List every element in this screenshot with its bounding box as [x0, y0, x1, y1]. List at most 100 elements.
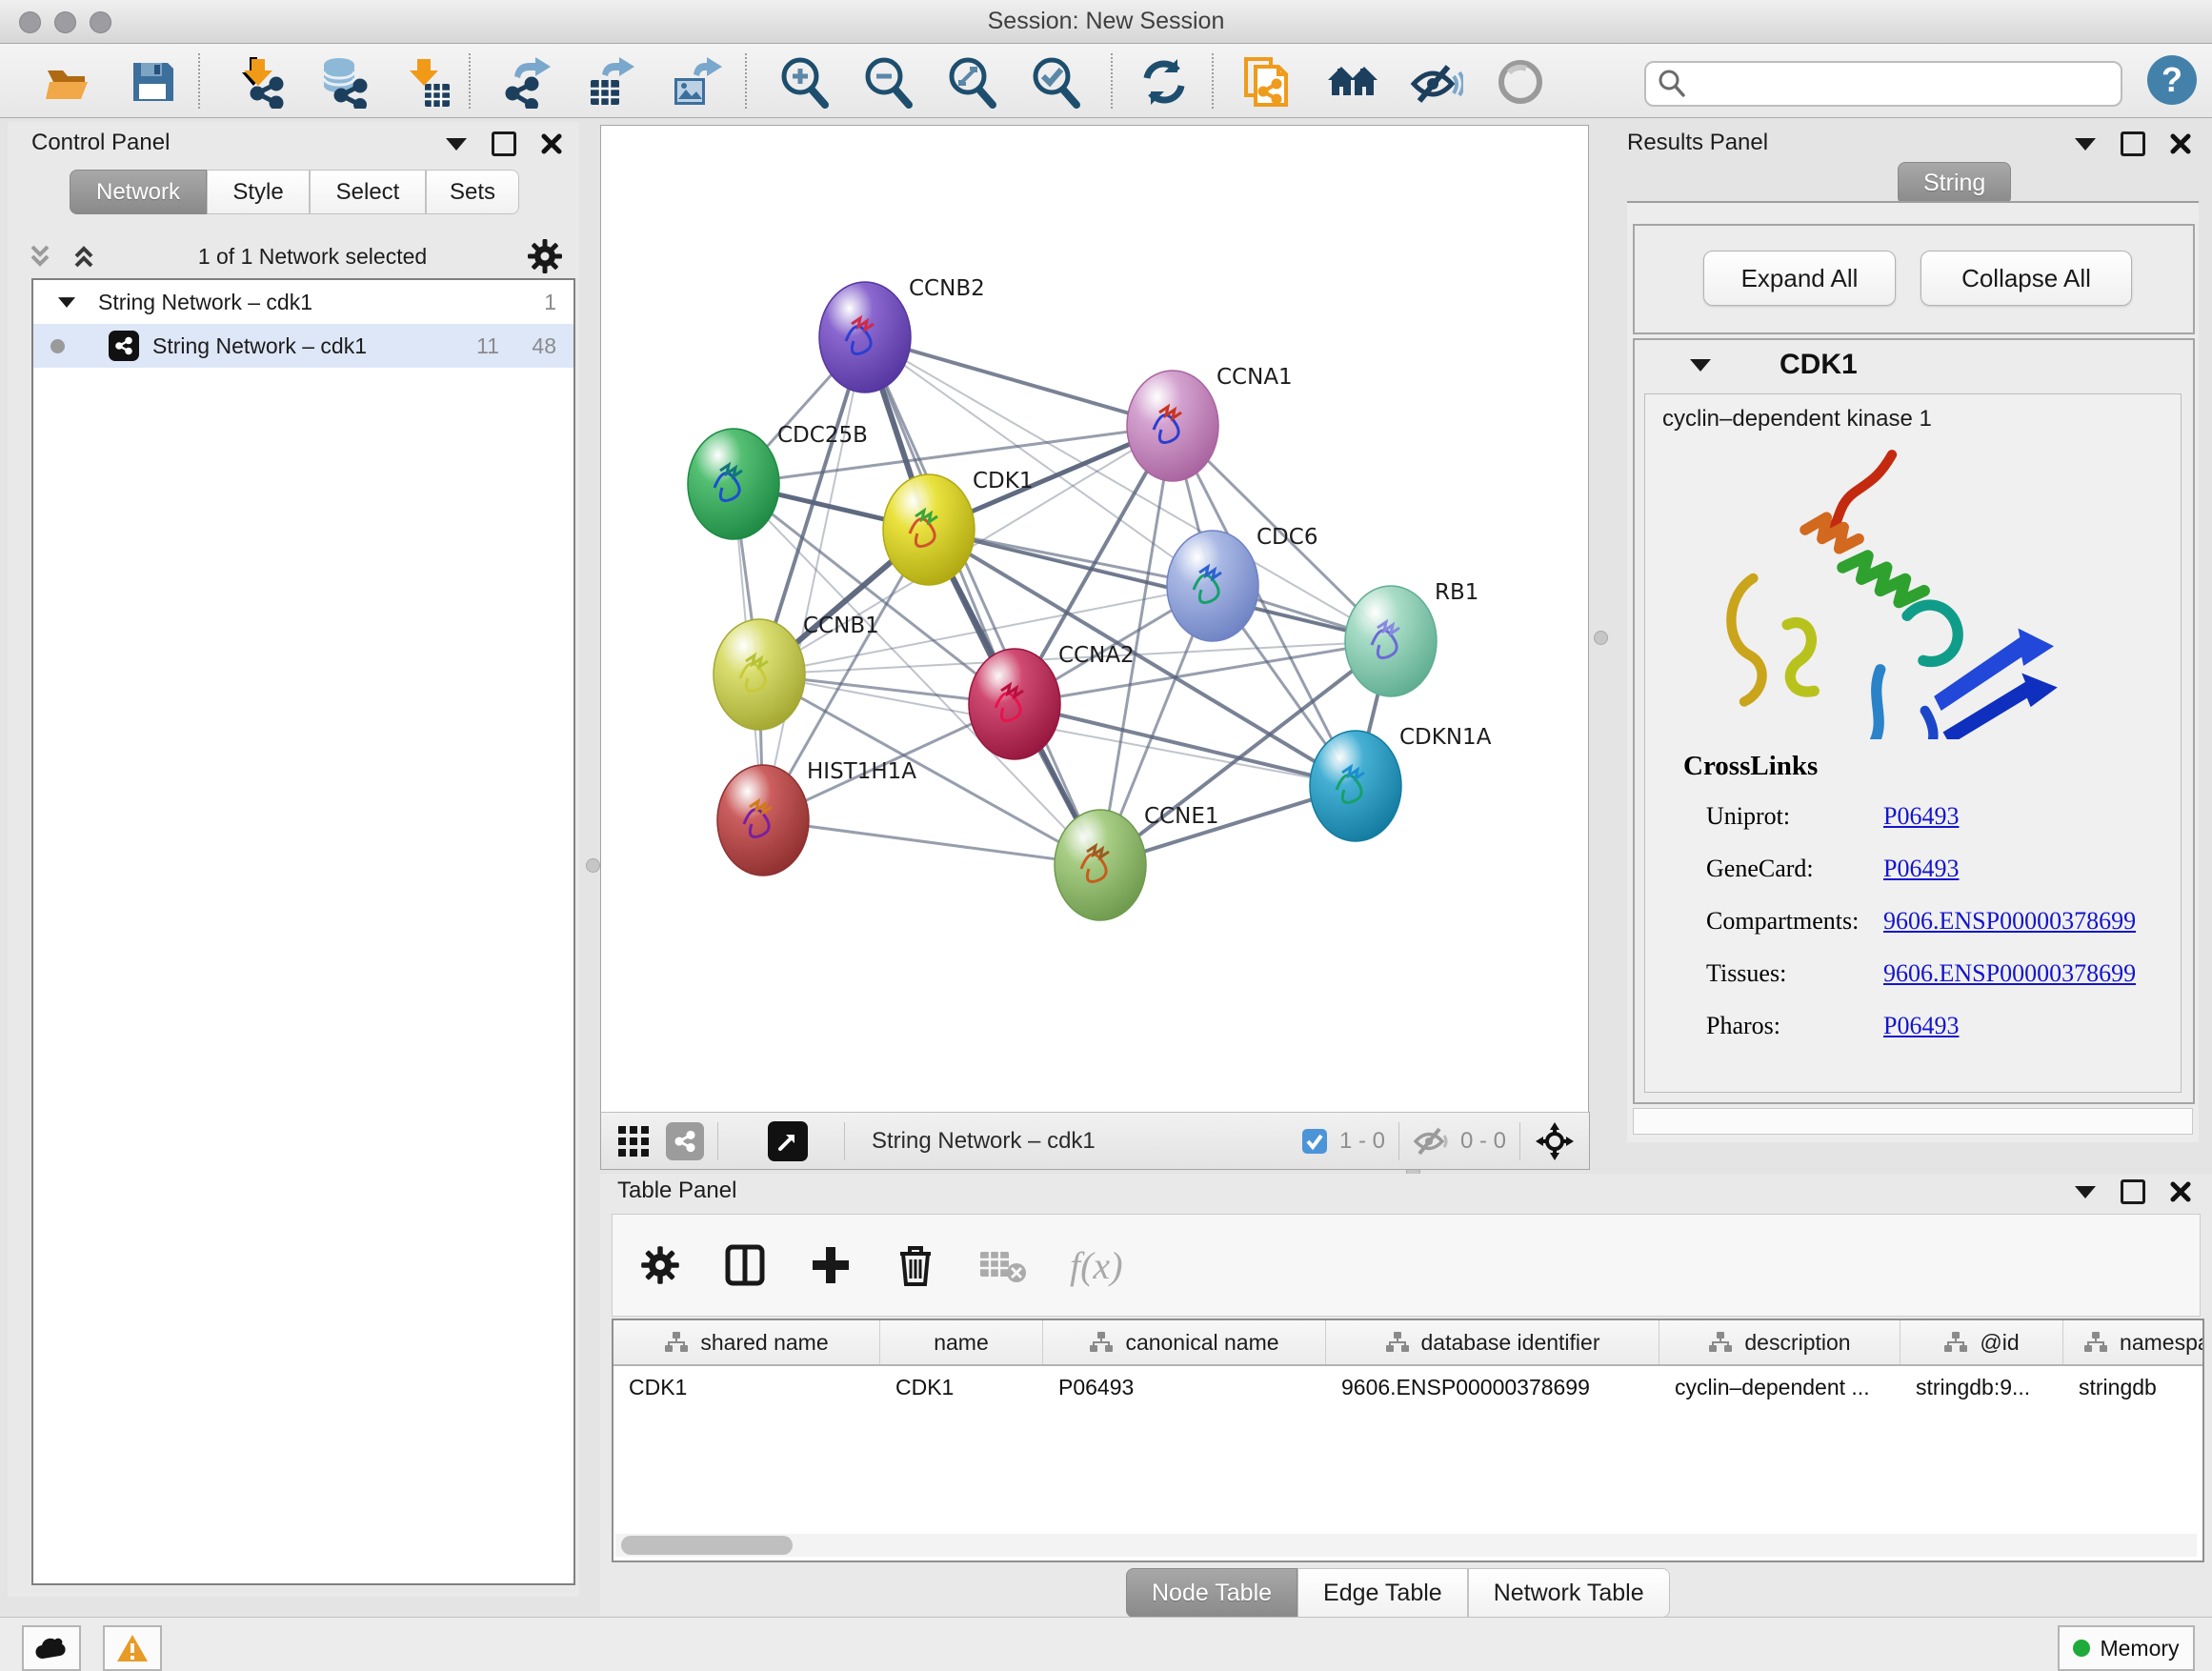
table-gear-icon[interactable]: [639, 1244, 681, 1286]
network-node-RB1[interactable]: [1345, 586, 1437, 696]
edge-CCNB2-HIST1H1A[interactable]: [763, 337, 865, 820]
tab-network[interactable]: Network: [70, 170, 207, 214]
zoom-out-icon[interactable]: [861, 55, 915, 109]
table-cell[interactable]: 9606.ENSP00000378699: [1326, 1366, 1659, 1410]
network-node-CDC6[interactable]: [1167, 531, 1258, 641]
save-session-icon[interactable]: [126, 55, 179, 109]
warnings-button[interactable]: [103, 1625, 162, 1671]
edge-HIST1H1A-CCNE1[interactable]: [763, 820, 1100, 865]
cloud-status-button[interactable]: [22, 1625, 81, 1671]
preview-eye-icon[interactable]: [1494, 55, 1547, 109]
network-node-CCNE1[interactable]: [1055, 810, 1146, 920]
results-panel-collapse-icon[interactable]: [2075, 138, 2096, 151]
table-panel-close-icon[interactable]: [2170, 1181, 2191, 1202]
export-table-icon[interactable]: [585, 55, 638, 109]
network-node-CDK1[interactable]: [883, 474, 975, 585]
network-collection-row[interactable]: String Network – cdk1 1: [33, 280, 573, 324]
import-table-file-icon[interactable]: [400, 55, 453, 109]
add-column-icon[interactable]: [809, 1243, 853, 1287]
select-columns-icon[interactable]: [723, 1243, 767, 1287]
table-cell[interactable]: P06493: [1043, 1366, 1326, 1410]
table-cell[interactable]: CDK1: [613, 1366, 880, 1410]
table-cell[interactable]: cyclin–dependent ...: [1659, 1366, 1900, 1410]
network-node-HIST1H1A[interactable]: [717, 765, 809, 876]
expand-all-button[interactable]: Expand All: [1703, 251, 1896, 306]
tab-edge-table[interactable]: Edge Table: [1297, 1568, 1468, 1618]
delete-column-icon[interactable]: [895, 1242, 936, 1288]
column-header-id[interactable]: @id: [1900, 1320, 2063, 1364]
table-panel-collapse-icon[interactable]: [2075, 1186, 2096, 1198]
table-panel-float-icon[interactable]: [2121, 1179, 2145, 1204]
splitter-handle-right[interactable]: [1594, 631, 1608, 645]
network-node-CCNB1[interactable]: [714, 619, 805, 730]
results-panel-float-icon[interactable]: [2121, 131, 2145, 156]
houses-icon[interactable]: [1326, 55, 1379, 109]
control-panel-collapse-icon[interactable]: [446, 138, 467, 151]
birdseye-view-icon[interactable]: [768, 1121, 808, 1161]
refresh-layout-icon[interactable]: [1137, 55, 1191, 109]
crosslink-link[interactable]: 9606.ENSP00000378699: [1883, 907, 2136, 936]
crosslink-link[interactable]: P06493: [1883, 1012, 1959, 1040]
selected-checkbox-icon[interactable]: [1301, 1128, 1328, 1155]
edge-CCNB2-CCNA1[interactable]: [865, 337, 1173, 426]
zoom-in-icon[interactable]: [777, 55, 831, 109]
control-panel-close-icon[interactable]: [541, 133, 562, 154]
export-image-icon[interactable]: [669, 55, 722, 109]
collapse-all-button[interactable]: Collapse All: [1920, 251, 2132, 306]
network-node-CCNA1[interactable]: [1127, 371, 1218, 481]
collection-expand-icon[interactable]: [58, 297, 75, 308]
hidden-eye-icon[interactable]: [1413, 1126, 1451, 1157]
network-badge-icon[interactable]: [666, 1122, 704, 1160]
column-header-databaseidentifier[interactable]: database identifier: [1326, 1320, 1659, 1364]
import-network-database-icon[interactable]: [316, 55, 370, 109]
clone-network-icon[interactable]: [1240, 55, 1294, 109]
export-network-icon[interactable]: [501, 55, 554, 109]
memory-button[interactable]: Memory: [2058, 1625, 2195, 1671]
edge-CDK1-RB1[interactable]: [929, 530, 1391, 641]
tab-string[interactable]: String: [1898, 162, 2011, 205]
table-cell[interactable]: CDK1: [880, 1366, 1043, 1410]
scrollbar-thumb[interactable]: [621, 1536, 793, 1555]
splitter-handle-left[interactable]: [586, 858, 600, 873]
zoom-selected-icon[interactable]: [1029, 55, 1082, 109]
column-header-sharedname[interactable]: shared name: [613, 1320, 880, 1364]
grid-view-icon[interactable]: [616, 1124, 651, 1158]
column-header-name[interactable]: name: [880, 1320, 1043, 1364]
protein-expand-icon[interactable]: [1690, 359, 1711, 372]
column-header-canonicalname[interactable]: canonical name: [1043, 1320, 1326, 1364]
tab-sets[interactable]: Sets: [426, 170, 519, 214]
network-node-CDKN1A[interactable]: [1310, 731, 1401, 841]
open-session-icon[interactable]: [42, 55, 95, 109]
network-options-gear-icon[interactable]: [526, 237, 564, 275]
tab-network-table[interactable]: Network Table: [1468, 1568, 1670, 1618]
table-horizontal-scrollbar[interactable]: [615, 1534, 2197, 1557]
tab-node-table[interactable]: Node Table: [1126, 1568, 1297, 1618]
edge-CCNB2-CCNE1[interactable]: [865, 337, 1100, 865]
help-icon[interactable]: ?: [2145, 53, 2199, 107]
crosslink-link[interactable]: P06493: [1883, 802, 1959, 831]
table-row[interactable]: CDK1CDK1P064939606.ENSP00000378699cyclin…: [613, 1366, 2202, 1410]
search-input[interactable]: [1690, 65, 2113, 101]
column-header-description[interactable]: description: [1659, 1320, 1900, 1364]
column-header-namespace[interactable]: namespace: [2063, 1320, 2204, 1364]
crosslink-link[interactable]: 9606.ENSP00000378699: [1883, 959, 2136, 988]
network-node-CCNA2[interactable]: [969, 649, 1060, 759]
table-cell[interactable]: stringdb: [2063, 1366, 2204, 1410]
import-network-file-icon[interactable]: [234, 55, 288, 109]
network-node-CDC25B[interactable]: [688, 429, 779, 539]
network-canvas[interactable]: CCNB2CCNA1CDC25BCDK1CDC6RB1CCNB1CCNA2CDK…: [600, 125, 1589, 1113]
tab-style[interactable]: Style: [207, 170, 310, 214]
fit-selected-crosshair-icon[interactable]: [1534, 1120, 1576, 1162]
hide-eye-icon[interactable]: [1410, 55, 1463, 109]
zoom-fit-icon[interactable]: [945, 55, 998, 109]
crosslink-link[interactable]: P06493: [1883, 855, 1959, 883]
network-node-CCNB2[interactable]: [819, 282, 911, 393]
collapse-all-chevron-icon[interactable]: [69, 241, 99, 272]
table-cell[interactable]: stringdb:9...: [1900, 1366, 2063, 1410]
expand-all-chevron-icon[interactable]: [25, 241, 55, 272]
results-panel-close-icon[interactable]: [2170, 133, 2191, 154]
tab-select[interactable]: Select: [310, 170, 426, 214]
control-panel-float-icon[interactable]: [492, 131, 516, 156]
network-row[interactable]: String Network – cdk1 11 48: [33, 324, 573, 368]
protein-section-header[interactable]: CDK1: [1635, 340, 2193, 390]
